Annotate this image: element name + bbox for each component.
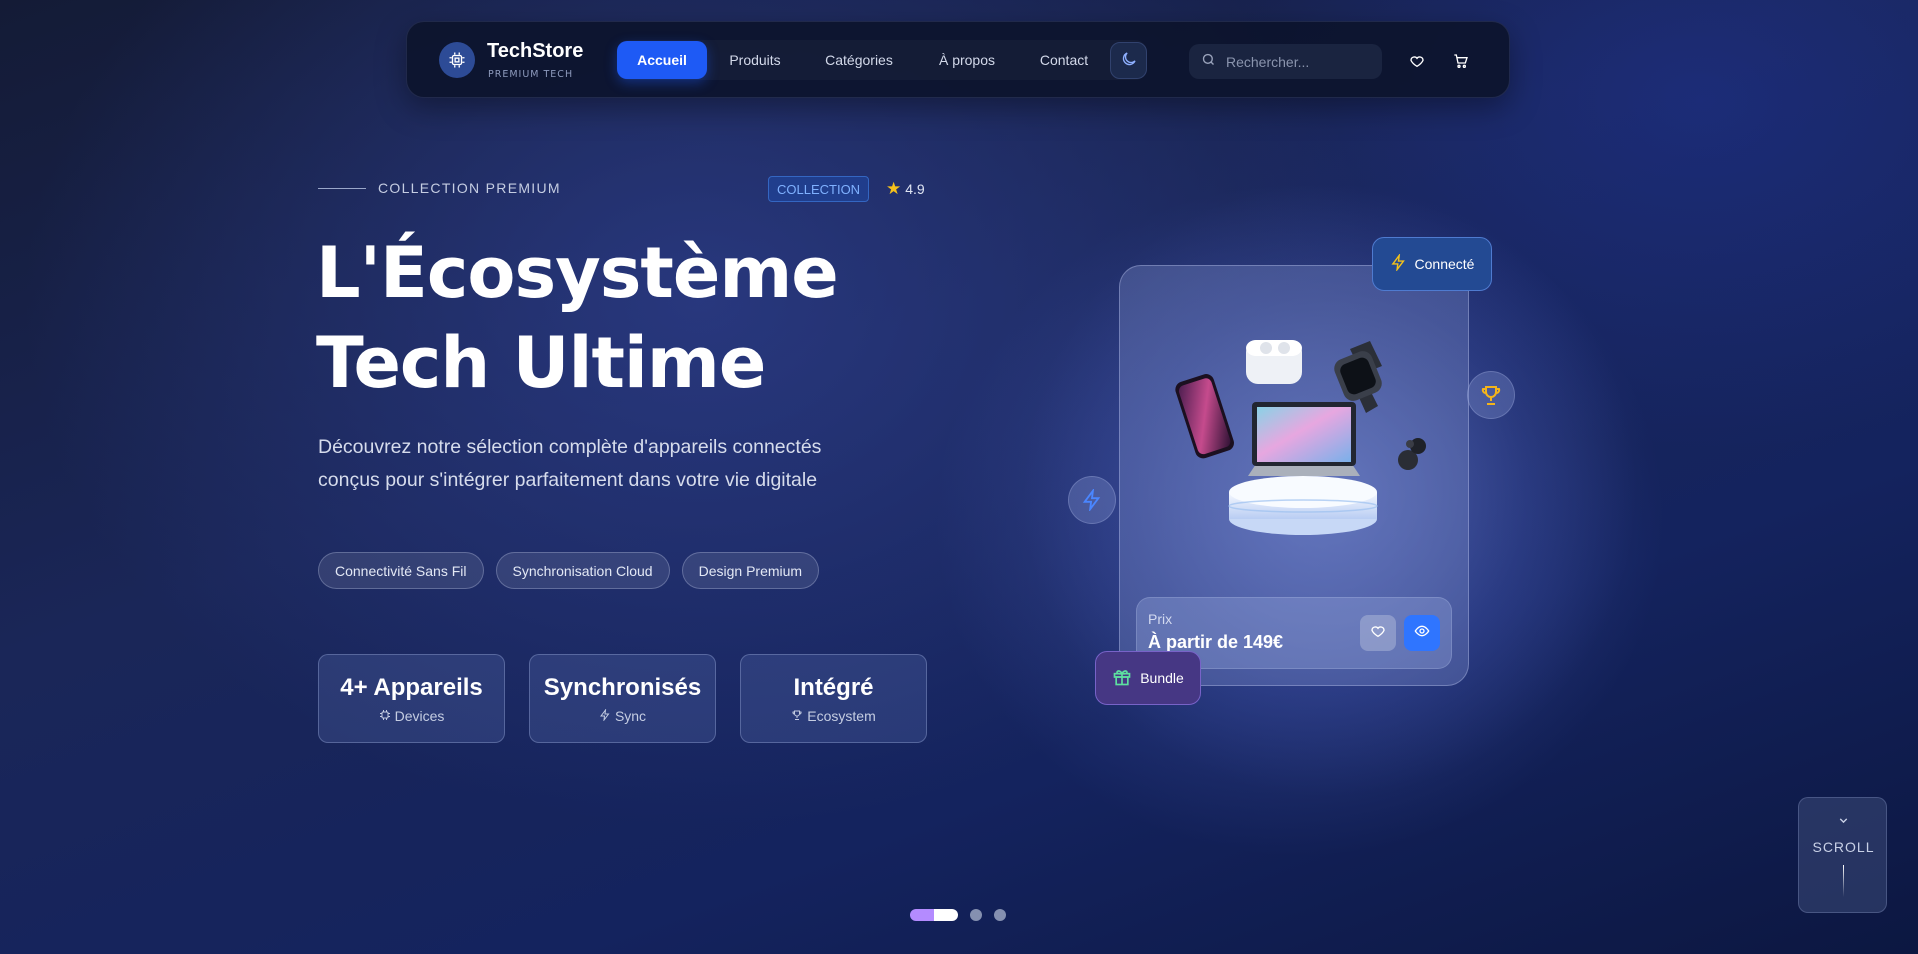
stat-value: 4+ Appareils	[340, 673, 483, 701]
feature-chips: Connectivité Sans Fil Synchronisation Cl…	[318, 552, 820, 589]
chip-design[interactable]: Design Premium	[681, 552, 820, 589]
heart-icon[interactable]	[1407, 51, 1427, 71]
brand-name[interactable]: TechStore	[487, 40, 583, 63]
chip-synchronisation[interactable]: Synchronisation Cloud	[495, 552, 670, 589]
cpu-chip-icon[interactable]	[439, 42, 475, 78]
carousel-dot-1[interactable]	[910, 909, 958, 921]
brand-tagline: PREMIUM TECH	[488, 69, 574, 80]
stat-value: Intégré	[793, 673, 874, 701]
favorite-button[interactable]	[1360, 615, 1396, 651]
gift-icon	[1112, 667, 1132, 690]
stat-label: Devices	[394, 707, 445, 724]
stat-label: Ecosystem	[807, 707, 876, 724]
quick-view-button[interactable]	[1404, 615, 1440, 651]
stat-card-ecosystem: Intégré Ecosystem	[740, 654, 927, 743]
connected-badge: Connecté	[1372, 237, 1492, 291]
scroll-line	[1843, 865, 1844, 897]
stat-value: Synchronisés	[543, 673, 702, 701]
chip-icon	[379, 708, 391, 724]
navbar: TechStore PREMIUM TECH Accueil Produits …	[406, 21, 1510, 98]
rating: ★ 4.9	[886, 179, 925, 199]
rating-value: 4.9	[905, 181, 925, 197]
chip-connectivite[interactable]: Connectivité Sans Fil	[318, 552, 484, 589]
product-bundle-image	[1175, 340, 1426, 535]
cart-icon[interactable]	[1451, 51, 1471, 71]
eyebrow-divider	[318, 188, 366, 189]
search-input[interactable]	[1226, 53, 1376, 70]
nav-item-produits[interactable]: Produits	[707, 41, 803, 79]
collection-badge: COLLECTION	[768, 176, 870, 202]
bolt-icon	[1390, 252, 1407, 274]
hero-description: Découvrez notre sélection complète d'app…	[318, 436, 822, 491]
stat-label: Sync	[614, 707, 647, 724]
chevron-down-icon	[1837, 812, 1850, 831]
bolt-icon	[1068, 476, 1116, 524]
carousel-dot-3[interactable]	[994, 909, 1006, 921]
eye-icon	[1414, 623, 1430, 643]
trophy-icon	[791, 708, 803, 724]
eyebrow-text: COLLECTION PREMIUM	[378, 180, 561, 196]
search-bar	[1189, 44, 1382, 79]
price-value: À partir de 149€	[1148, 632, 1284, 652]
search-icon	[1201, 52, 1216, 71]
nav-item-categories[interactable]: Catégories	[803, 41, 915, 79]
hero-title: L'Écosystème Tech Ultime	[316, 232, 839, 404]
bundle-badge-label: Bundle	[1140, 670, 1184, 686]
stat-card-sync: Synchronisés Sync	[529, 654, 716, 743]
nav-item-accueil[interactable]: Accueil	[617, 41, 707, 79]
theme-toggle-button[interactable]	[1110, 42, 1147, 79]
carousel-dot-2[interactable]	[970, 909, 982, 921]
nav-item-contact[interactable]: Contact	[1019, 41, 1109, 79]
scroll-label: SCROLL	[1812, 839, 1875, 855]
stat-card-devices: 4+ Appareils Devices	[318, 654, 505, 743]
connected-badge-label: Connecté	[1414, 256, 1475, 272]
carousel-dots	[910, 909, 1006, 921]
price-label: Prix	[1148, 611, 1173, 627]
nav-item-a-propos[interactable]: À propos	[915, 41, 1019, 79]
bolt-icon	[599, 707, 611, 724]
moon-icon	[1120, 50, 1138, 72]
stats-row: 4+ Appareils Devices Synchronisés Sync I…	[318, 654, 927, 743]
bundle-badge: Bundle	[1095, 651, 1201, 705]
heart-icon	[1370, 623, 1386, 643]
main-menu: Accueil Produits Catégories À propos Con…	[617, 40, 1147, 80]
star-icon: ★	[886, 179, 902, 198]
trophy-icon	[1467, 371, 1515, 419]
scroll-indicator[interactable]: SCROLL	[1798, 797, 1887, 913]
